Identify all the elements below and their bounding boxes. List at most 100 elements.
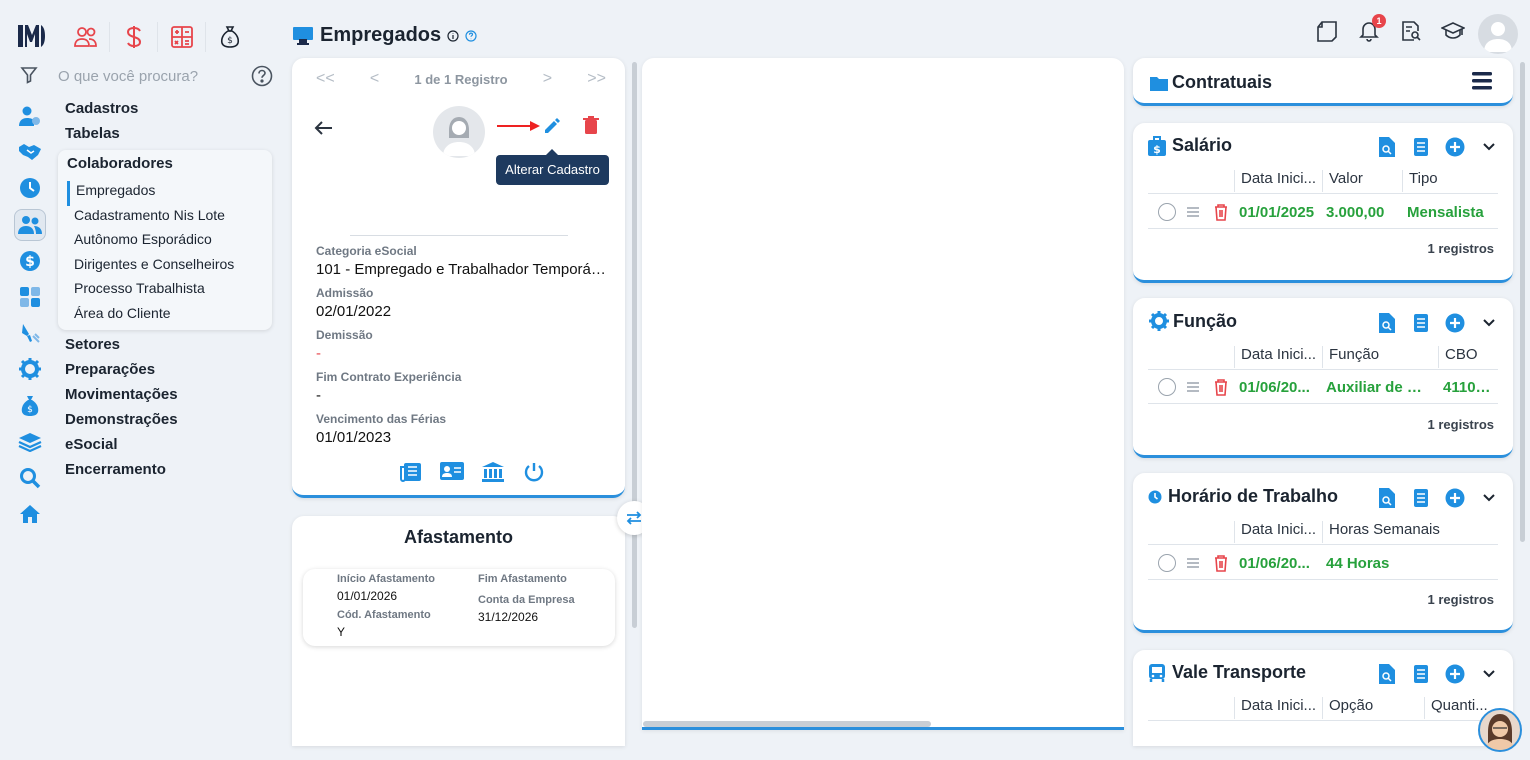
- menu-demonstracoes[interactable]: Demonstrações: [65, 411, 178, 436]
- th-tipo[interactable]: Tipo: [1402, 170, 1438, 192]
- menu-cadastros[interactable]: Cadastros: [65, 100, 138, 125]
- rail-pen-icon[interactable]: [14, 317, 46, 349]
- edit-pencil-icon[interactable]: [542, 116, 562, 136]
- th-quantidade[interactable]: Quanti...: [1424, 697, 1488, 719]
- th-cbo[interactable]: CBO: [1438, 346, 1478, 368]
- rail-dollar-icon[interactable]: $: [14, 245, 46, 277]
- afastamento-item[interactable]: Início Afastamento 01/01/2026 Fim Afasta…: [303, 569, 615, 646]
- row-delete-icon[interactable]: [1214, 203, 1228, 221]
- table-row[interactable]: 01/01/2025 3.000,00 Mensalista: [1148, 197, 1498, 229]
- rail-clock-icon[interactable]: [14, 172, 46, 204]
- submenu-item-dirigentes[interactable]: Dirigentes e Conselheiros: [67, 255, 272, 280]
- th-opcao[interactable]: Opção: [1322, 697, 1373, 719]
- vale-collapse-icon[interactable]: [1472, 669, 1506, 679]
- horario-view-doc-icon[interactable]: [1370, 488, 1404, 508]
- th-valor[interactable]: Valor: [1322, 170, 1363, 192]
- people-module-icon[interactable]: [62, 22, 110, 52]
- help-icon[interactable]: [251, 65, 273, 87]
- rail-handshake-icon[interactable]: [14, 136, 46, 168]
- th-data-inicio[interactable]: Data Inici...: [1234, 170, 1316, 192]
- funcao-add-icon[interactable]: [1438, 313, 1472, 333]
- table-row[interactable]: 01/06/20... 44 Horas: [1148, 548, 1498, 580]
- next-record-button[interactable]: >: [543, 70, 552, 88]
- funcao-list-icon[interactable]: [1404, 314, 1438, 332]
- delete-trash-icon[interactable]: [583, 116, 599, 134]
- row-checkbox[interactable]: [1158, 554, 1176, 572]
- drag-handle-icon[interactable]: [1186, 206, 1200, 218]
- submenu-item-processo[interactable]: Processo Trabalhista: [67, 279, 272, 304]
- menu-movimentacoes[interactable]: Movimentações: [65, 386, 178, 411]
- search-input[interactable]: [58, 64, 246, 88]
- rail-money-bag-icon[interactable]: $: [14, 390, 46, 422]
- vale-add-icon[interactable]: [1438, 664, 1472, 684]
- horario-list-icon[interactable]: [1404, 489, 1438, 507]
- menu-preparacoes[interactable]: Preparações: [65, 361, 178, 386]
- row-delete-icon[interactable]: [1214, 554, 1228, 572]
- table-row[interactable]: 01/06/20... Auxiliar de escritório 4110-…: [1148, 372, 1498, 404]
- th-data-inicio[interactable]: Data Inici...: [1234, 697, 1316, 719]
- row-checkbox[interactable]: [1158, 378, 1176, 396]
- assistant-chat-avatar[interactable]: [1478, 708, 1522, 752]
- first-record-button[interactable]: <<: [316, 70, 335, 88]
- dollar-module-icon[interactable]: [110, 22, 158, 52]
- submenu-item-area-cliente[interactable]: Área do Cliente: [67, 304, 272, 329]
- salario-view-doc-icon[interactable]: [1370, 137, 1404, 157]
- question-icon[interactable]: [465, 29, 477, 42]
- rail-home-icon[interactable]: [14, 498, 46, 530]
- salario-collapse-icon[interactable]: [1472, 142, 1506, 152]
- drag-handle-icon[interactable]: [1186, 381, 1200, 393]
- submenu-item-nis-lote[interactable]: Cadastramento Nis Lote: [67, 206, 272, 231]
- newspaper-icon[interactable]: [390, 462, 431, 482]
- menu-encerramento[interactable]: Encerramento: [65, 461, 178, 486]
- horario-add-icon[interactable]: [1438, 488, 1472, 508]
- filter-icon[interactable]: [20, 66, 38, 84]
- submenu-item-empregados[interactable]: Empregados: [67, 181, 272, 206]
- submenu-title[interactable]: Colaboradores: [67, 155, 272, 181]
- th-data-inicio[interactable]: Data Inici...: [1234, 346, 1316, 368]
- bell-icon[interactable]: 1: [1348, 14, 1390, 42]
- right-panel-scrollbar[interactable]: [1520, 62, 1525, 542]
- power-icon[interactable]: [513, 462, 554, 482]
- back-arrow-icon[interactable]: [314, 120, 334, 136]
- funcao-view-doc-icon[interactable]: [1370, 313, 1404, 333]
- rail-collaborators-icon[interactable]: [14, 208, 46, 241]
- rail-register-icon[interactable]: [14, 100, 46, 132]
- hamburger-menu-icon[interactable]: [1472, 72, 1492, 90]
- menu-tabelas[interactable]: Tabelas: [65, 125, 138, 150]
- row-checkbox[interactable]: [1158, 203, 1176, 221]
- notes-icon[interactable]: [1306, 20, 1348, 42]
- menu-setores[interactable]: Setores: [65, 336, 178, 361]
- document-search-icon[interactable]: [1390, 20, 1432, 42]
- app-logo[interactable]: [16, 22, 46, 50]
- salario-list-icon[interactable]: [1404, 138, 1438, 156]
- red-arrow-annotation: [496, 118, 542, 132]
- id-card-icon[interactable]: [431, 462, 472, 482]
- menu-esocial[interactable]: eSocial: [65, 436, 178, 461]
- center-horizontal-scrollbar[interactable]: [643, 721, 931, 727]
- th-horas-semanais[interactable]: Horas Semanais: [1322, 521, 1440, 543]
- last-record-button[interactable]: >>: [587, 70, 606, 88]
- bank-icon[interactable]: [472, 462, 513, 482]
- th-data-inicio[interactable]: Data Inici...: [1234, 521, 1316, 543]
- money-bag-module-icon[interactable]: $: [206, 22, 254, 52]
- info-icon[interactable]: [447, 29, 459, 42]
- vale-view-doc-icon[interactable]: [1370, 664, 1404, 684]
- salario-add-icon[interactable]: [1438, 137, 1472, 157]
- vale-list-icon[interactable]: [1404, 665, 1438, 683]
- horario-collapse-icon[interactable]: [1472, 493, 1506, 503]
- calculator-module-icon[interactable]: [158, 22, 206, 52]
- rail-settings-icon[interactable]: [14, 353, 46, 385]
- rail-search-icon[interactable]: [14, 462, 46, 494]
- graduation-cap-icon[interactable]: [1432, 21, 1474, 41]
- rail-calculator-icon[interactable]: [14, 281, 46, 313]
- user-avatar[interactable]: [1478, 14, 1518, 54]
- left-panel-scrollbar[interactable]: [632, 62, 637, 628]
- submenu-item-autonomo[interactable]: Autônomo Esporádico: [67, 230, 272, 255]
- svg-text:$: $: [25, 254, 35, 270]
- rail-layers-icon[interactable]: [14, 426, 46, 458]
- th-funcao[interactable]: Função: [1322, 346, 1379, 368]
- row-delete-icon[interactable]: [1214, 378, 1228, 396]
- funcao-collapse-icon[interactable]: [1472, 318, 1506, 328]
- prev-record-button[interactable]: <: [370, 70, 379, 88]
- drag-handle-icon[interactable]: [1186, 557, 1200, 569]
